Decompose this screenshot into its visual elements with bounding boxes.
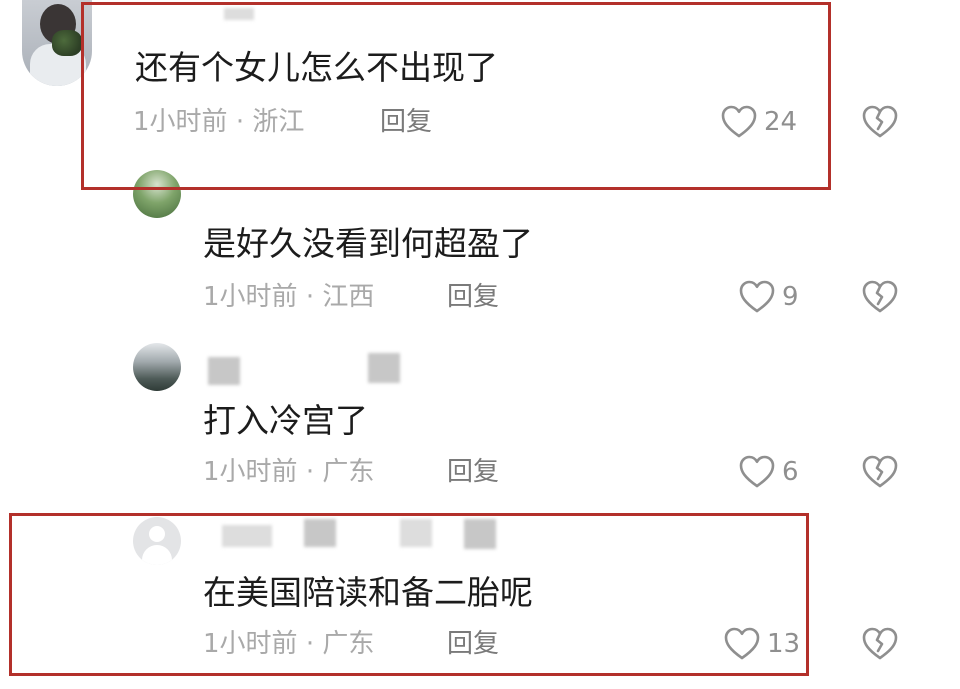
default-user-icon (149, 526, 165, 542)
comment-text: 打入冷宫了 (203, 401, 368, 440)
meta-separator: · (305, 629, 315, 659)
heart-outline-icon (721, 105, 757, 138)
reply-button[interactable]: 回复 (447, 628, 499, 660)
heart-outline-icon (724, 627, 760, 660)
like-count: 9 (782, 282, 799, 312)
like-button[interactable]: 24 (720, 104, 797, 140)
reply-button[interactable]: 回复 (447, 456, 499, 488)
comment-text: 是好久没看到何超盈了 (203, 224, 533, 263)
broken-heart-icon[interactable] (861, 279, 899, 315)
comment-location: 浙江 (252, 107, 305, 137)
comment-location: 广东 (322, 457, 375, 487)
meta-separator: · (305, 282, 315, 312)
comment-item: 还有个女儿怎么不出现了 1小时前 · 浙江 回复 24 (0, 0, 960, 190)
avatar[interactable] (133, 343, 181, 391)
redacted-username (304, 519, 336, 547)
redacted-username (368, 353, 400, 383)
heart-outline-icon (739, 455, 775, 488)
broken-heart-icon[interactable] (861, 626, 899, 662)
like-count: 13 (767, 629, 801, 659)
like-count: 6 (782, 457, 799, 487)
comment-text: 还有个女儿怎么不出现了 (135, 48, 498, 87)
comment-item: 是好久没看到何超盈了 1小时前 · 江西 回复 9 (0, 170, 960, 320)
like-count: 24 (764, 107, 798, 137)
comment-time: 1小时前 (203, 282, 298, 312)
redacted-username (464, 519, 496, 549)
like-button[interactable]: 6 (738, 454, 799, 490)
comment-meta: 1小时前 · 浙江 (133, 106, 304, 138)
redacted-username (222, 525, 272, 547)
comment-location: 广东 (322, 629, 375, 659)
avatar[interactable] (133, 517, 181, 565)
comment-meta: 1小时前 · 广东 (203, 628, 374, 660)
comment-time: 1小时前 (203, 629, 298, 659)
redacted-username (224, 8, 254, 20)
comment-location: 江西 (322, 282, 375, 312)
comment-text: 在美国陪读和备二胎呢 (203, 573, 533, 612)
broken-heart-icon[interactable] (861, 454, 899, 490)
comment-item: 在美国陪读和备二胎呢 1小时前 · 广东 回复 13 (0, 517, 960, 687)
reply-button[interactable]: 回复 (380, 106, 432, 138)
redacted-username (208, 357, 240, 385)
meta-separator: · (305, 457, 315, 487)
avatar[interactable] (22, 0, 92, 86)
comment-item: 打入冷宫了 1小时前 · 广东 回复 6 (0, 343, 960, 503)
comment-meta: 1小时前 · 江西 (203, 281, 374, 313)
meta-separator: · (235, 107, 245, 137)
broken-heart-icon[interactable] (861, 104, 899, 140)
like-button[interactable]: 9 (738, 279, 799, 315)
reply-button[interactable]: 回复 (447, 281, 499, 313)
like-button[interactable]: 13 (723, 626, 800, 662)
comment-time: 1小时前 (133, 107, 228, 137)
redacted-username (400, 519, 432, 547)
avatar[interactable] (133, 170, 181, 218)
comment-time: 1小时前 (203, 457, 298, 487)
heart-outline-icon (739, 280, 775, 313)
comment-meta: 1小时前 · 广东 (203, 456, 374, 488)
